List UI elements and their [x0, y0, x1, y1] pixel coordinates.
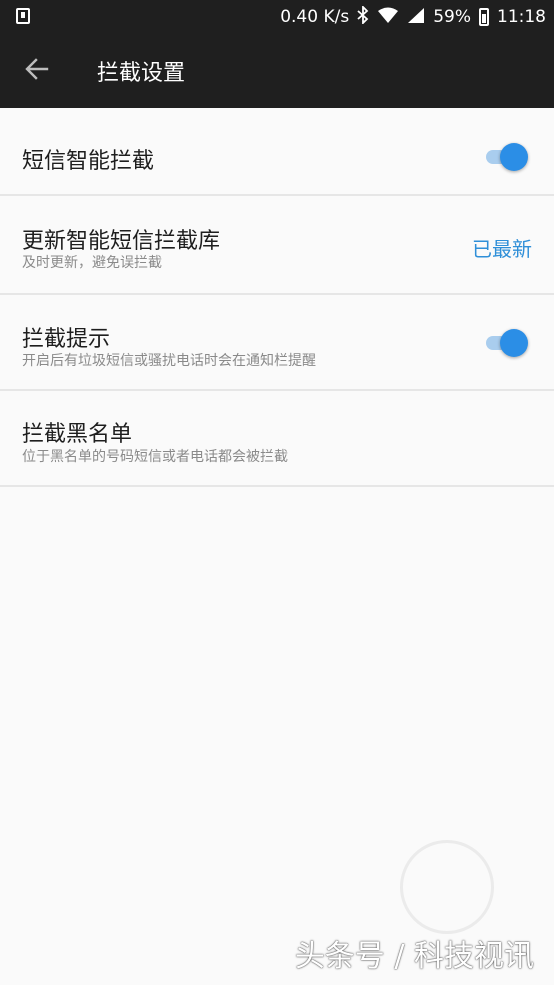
setting-title: 短信智能拦截	[22, 149, 155, 174]
setting-subtitle: 及时更新，避免误拦截	[22, 255, 162, 271]
bluetooth-icon	[357, 4, 369, 28]
toggle-thumb	[500, 329, 528, 357]
setting-subtitle: 位于黑名单的号码短信或者电话都会被拦截	[22, 449, 288, 465]
watermark-logo	[400, 840, 494, 934]
setting-title: 更新智能短信拦截库	[22, 229, 221, 254]
toggle-thumb	[500, 143, 528, 171]
setting-sms-smart-block[interactable]: 短信智能拦截	[0, 108, 554, 196]
wifi-icon	[377, 7, 399, 28]
library-status[interactable]: 已最新	[472, 233, 532, 262]
notification-icon	[16, 8, 30, 24]
back-button[interactable]	[14, 49, 60, 93]
setting-blacklist[interactable]: 拦截黑名单 位于黑名单的号码短信或者电话都会被拦截	[0, 391, 554, 487]
block-notice-toggle[interactable]	[486, 329, 528, 357]
setting-title: 拦截黑名单	[22, 422, 133, 447]
setting-update-library[interactable]: 更新智能短信拦截库 及时更新，避免误拦截 已最新	[0, 196, 554, 295]
sms-smart-block-toggle[interactable]	[486, 143, 528, 171]
settings-list: 短信智能拦截 更新智能短信拦截库 及时更新，避免误拦截 已最新 拦截提示 开启后…	[0, 108, 554, 487]
status-bar: 0.40 K/s 59% 11:18	[0, 0, 554, 34]
status-icons: 0.40 K/s 59% 11:18	[280, 0, 546, 34]
page-title: 拦截设置	[97, 61, 186, 86]
battery-icon	[479, 8, 489, 26]
setting-block-notice[interactable]: 拦截提示 开启后有垃圾短信或骚扰电话时会在通知栏提醒	[0, 295, 554, 391]
app-bar: 拦截设置	[0, 34, 554, 108]
signal-icon	[407, 7, 425, 28]
clock: 11:18	[497, 7, 546, 27]
setting-title: 拦截提示	[22, 327, 111, 352]
watermark-text: 头条号 / 科技视讯	[294, 939, 534, 974]
arrow-left-icon	[25, 58, 49, 84]
battery-percent: 59%	[433, 7, 471, 27]
setting-subtitle: 开启后有垃圾短信或骚扰电话时会在通知栏提醒	[22, 353, 316, 369]
network-speed: 0.40 K/s	[280, 7, 350, 27]
